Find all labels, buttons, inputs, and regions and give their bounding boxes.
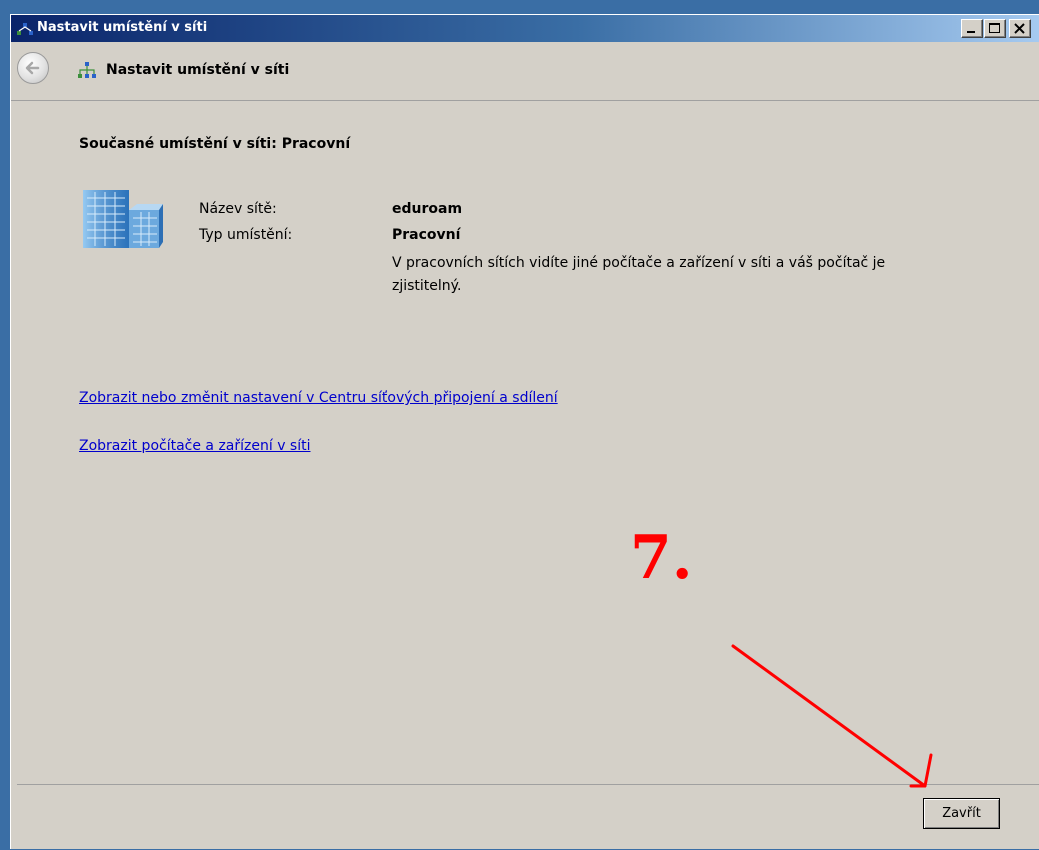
close-button[interactable]: Zavřít: [923, 798, 1000, 829]
dialog-window: Nastavit umístění v síti Nastavit umístě…: [10, 14, 1039, 849]
annotation-arrow: [731, 644, 933, 788]
close-button-label: Zavřít: [942, 806, 981, 821]
